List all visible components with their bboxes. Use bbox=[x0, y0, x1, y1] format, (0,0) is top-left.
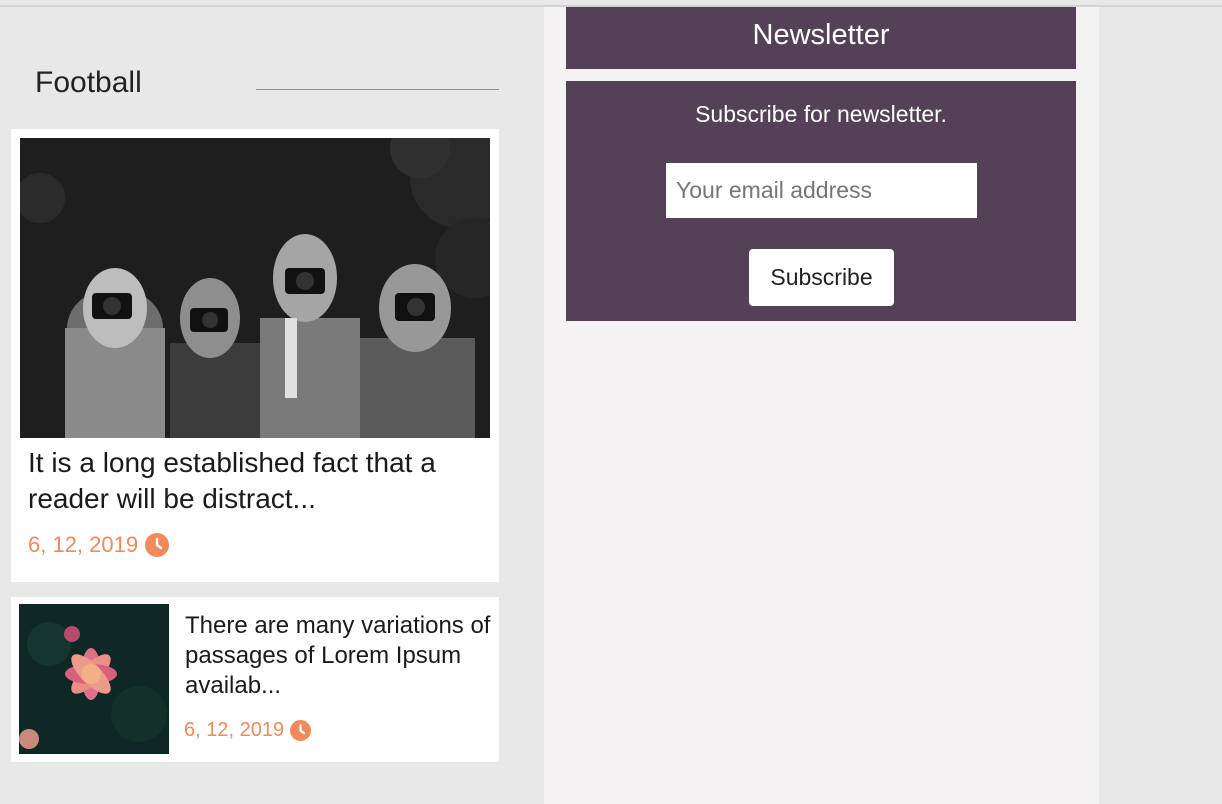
featured-article-image[interactable] bbox=[20, 138, 490, 438]
photo-flower-icon bbox=[19, 604, 169, 754]
featured-article-card[interactable]: It is a long established fact that a rea… bbox=[11, 129, 499, 582]
newsletter-description: Subscribe for newsletter. bbox=[695, 101, 947, 127]
secondary-article-date: 6, 12, 2019 bbox=[184, 718, 312, 742]
featured-article-title[interactable]: It is a long established fact that a rea… bbox=[28, 445, 488, 517]
featured-article-date: 6, 12, 2019 bbox=[28, 531, 170, 559]
secondary-article-image[interactable] bbox=[19, 604, 169, 754]
clock-icon bbox=[290, 719, 312, 741]
section-title: Football bbox=[35, 66, 142, 99]
secondary-article-title[interactable]: There are many variations of passages of… bbox=[185, 611, 495, 701]
section-title-rule bbox=[256, 89, 499, 90]
newsletter-form: Subscribe for newsletter. Subscribe bbox=[566, 81, 1076, 321]
newsletter-header: Newsletter bbox=[566, 7, 1076, 69]
featured-date-text: 6, 12, 2019 bbox=[28, 532, 139, 557]
email-field[interactable] bbox=[666, 163, 977, 218]
secondary-date-text: 6, 12, 2019 bbox=[184, 718, 285, 741]
secondary-article-card[interactable]: There are many variations of passages of… bbox=[11, 597, 499, 762]
clock-icon bbox=[145, 533, 170, 557]
subscribe-button[interactable]: Subscribe bbox=[749, 249, 894, 306]
photo-women-with-cameras-icon bbox=[20, 138, 490, 438]
